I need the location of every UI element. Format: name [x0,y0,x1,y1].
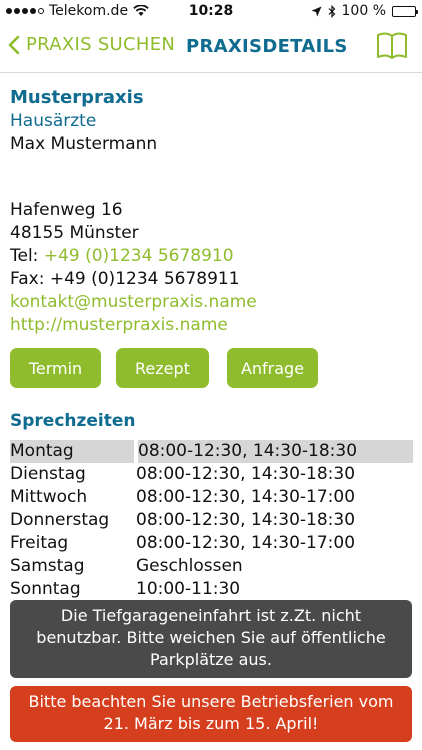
hours-row-sunday: Sonntag 10:00-11:30 [10,578,413,601]
bluetooth-icon [328,4,335,18]
garage-notice: Die Tiefgarageneinfahrt ist z.Zt. nicht … [10,600,412,678]
page-title: PRAXISDETAILS [186,36,348,57]
hours-row-thursday: Donnerstag 08:00-12:30, 14:30-18:30 [10,509,413,532]
hours-time: 08:00-12:30, 14:30-18:30 [136,464,356,484]
address-city: 48155 Münster [10,223,139,243]
hours-day: Mittwoch [10,487,88,507]
hours-day: Montag [10,440,138,463]
website-link[interactable]: http://musterpraxis.name [10,314,414,337]
contact-block: Hafenweg 16 48155 Münster Tel: +49 (0)12… [10,199,414,337]
battery-percent: 100 % [341,3,386,19]
hours-day: Freitag [10,533,69,553]
hours-day: Sonntag [10,579,81,599]
practice-details: Musterpraxis Hausärzte Max Mustermann Ha… [10,86,414,601]
hours-time: 08:00-12:30, 14:30-17:00 [136,487,356,507]
book-icon [377,32,407,59]
practice-doctor: Max Mustermann [10,134,158,154]
chevron-left-icon [8,35,20,54]
hours-time: 08:00-12:30, 14:30-17:00 [136,533,356,553]
opening-hours-title: Sprechzeiten [10,411,136,431]
navigation-bar: PRAXIS SUCHEN PRAXISDETAILS [0,24,422,73]
phone-label: Tel: [10,246,44,266]
termin-button[interactable]: Termin [10,348,101,388]
hours-day: Donnerstag [10,510,110,530]
hours-day: Dienstag [10,464,86,484]
phone-line: Tel: +49 (0)1234 5678910 [10,245,414,268]
hours-day: Samstag [10,556,85,576]
hours-row-saturday: Samstag Geschlossen [10,555,413,578]
practice-type: Hausärzte [10,111,97,131]
holiday-notice: Bitte beachten Sie unsere Betriebsferien… [10,686,412,742]
opening-hours-table: Montag 08:00-12:30, 14:30-18:30 Dienstag… [10,440,413,601]
battery-icon [392,5,418,17]
hours-time: 10:00-11:30 [136,579,241,599]
fax-line: Fax: +49 (0)1234 5678911 [10,269,240,289]
hours-time: Geschlossen [136,556,243,576]
hours-time: 08:00-12:30, 14:30-18:30 [136,440,413,463]
back-button-label: PRAXIS SUCHEN [26,34,176,55]
phone-link[interactable]: +49 (0)1234 5678910 [44,246,234,266]
hours-row-friday: Freitag 08:00-12:30, 14:30-17:00 [10,532,413,555]
practice-name: Musterpraxis [10,87,144,108]
action-buttons: Termin Rezept Anfrage [10,348,414,388]
status-right: 100 % [311,3,418,19]
back-button[interactable]: PRAXIS SUCHEN [8,34,175,55]
email-link[interactable]: kontakt@musterpraxis.name [10,291,414,314]
address-street: Hafenweg 16 [10,200,123,220]
hours-time: 08:00-12:30, 14:30-18:30 [136,510,356,530]
hours-row-monday: Montag 08:00-12:30, 14:30-18:30 [10,440,413,463]
location-arrow-icon [311,6,322,16]
rezept-button[interactable]: Rezept [116,348,209,388]
status-bar: Telekom.de 10:28 100 % [0,0,422,24]
book-button[interactable] [376,32,408,64]
hours-row-tuesday: Dienstag 08:00-12:30, 14:30-18:30 [10,463,413,486]
hours-row-wednesday: Mittwoch 08:00-12:30, 14:30-17:00 [10,486,413,509]
anfrage-button[interactable]: Anfrage [227,348,318,388]
